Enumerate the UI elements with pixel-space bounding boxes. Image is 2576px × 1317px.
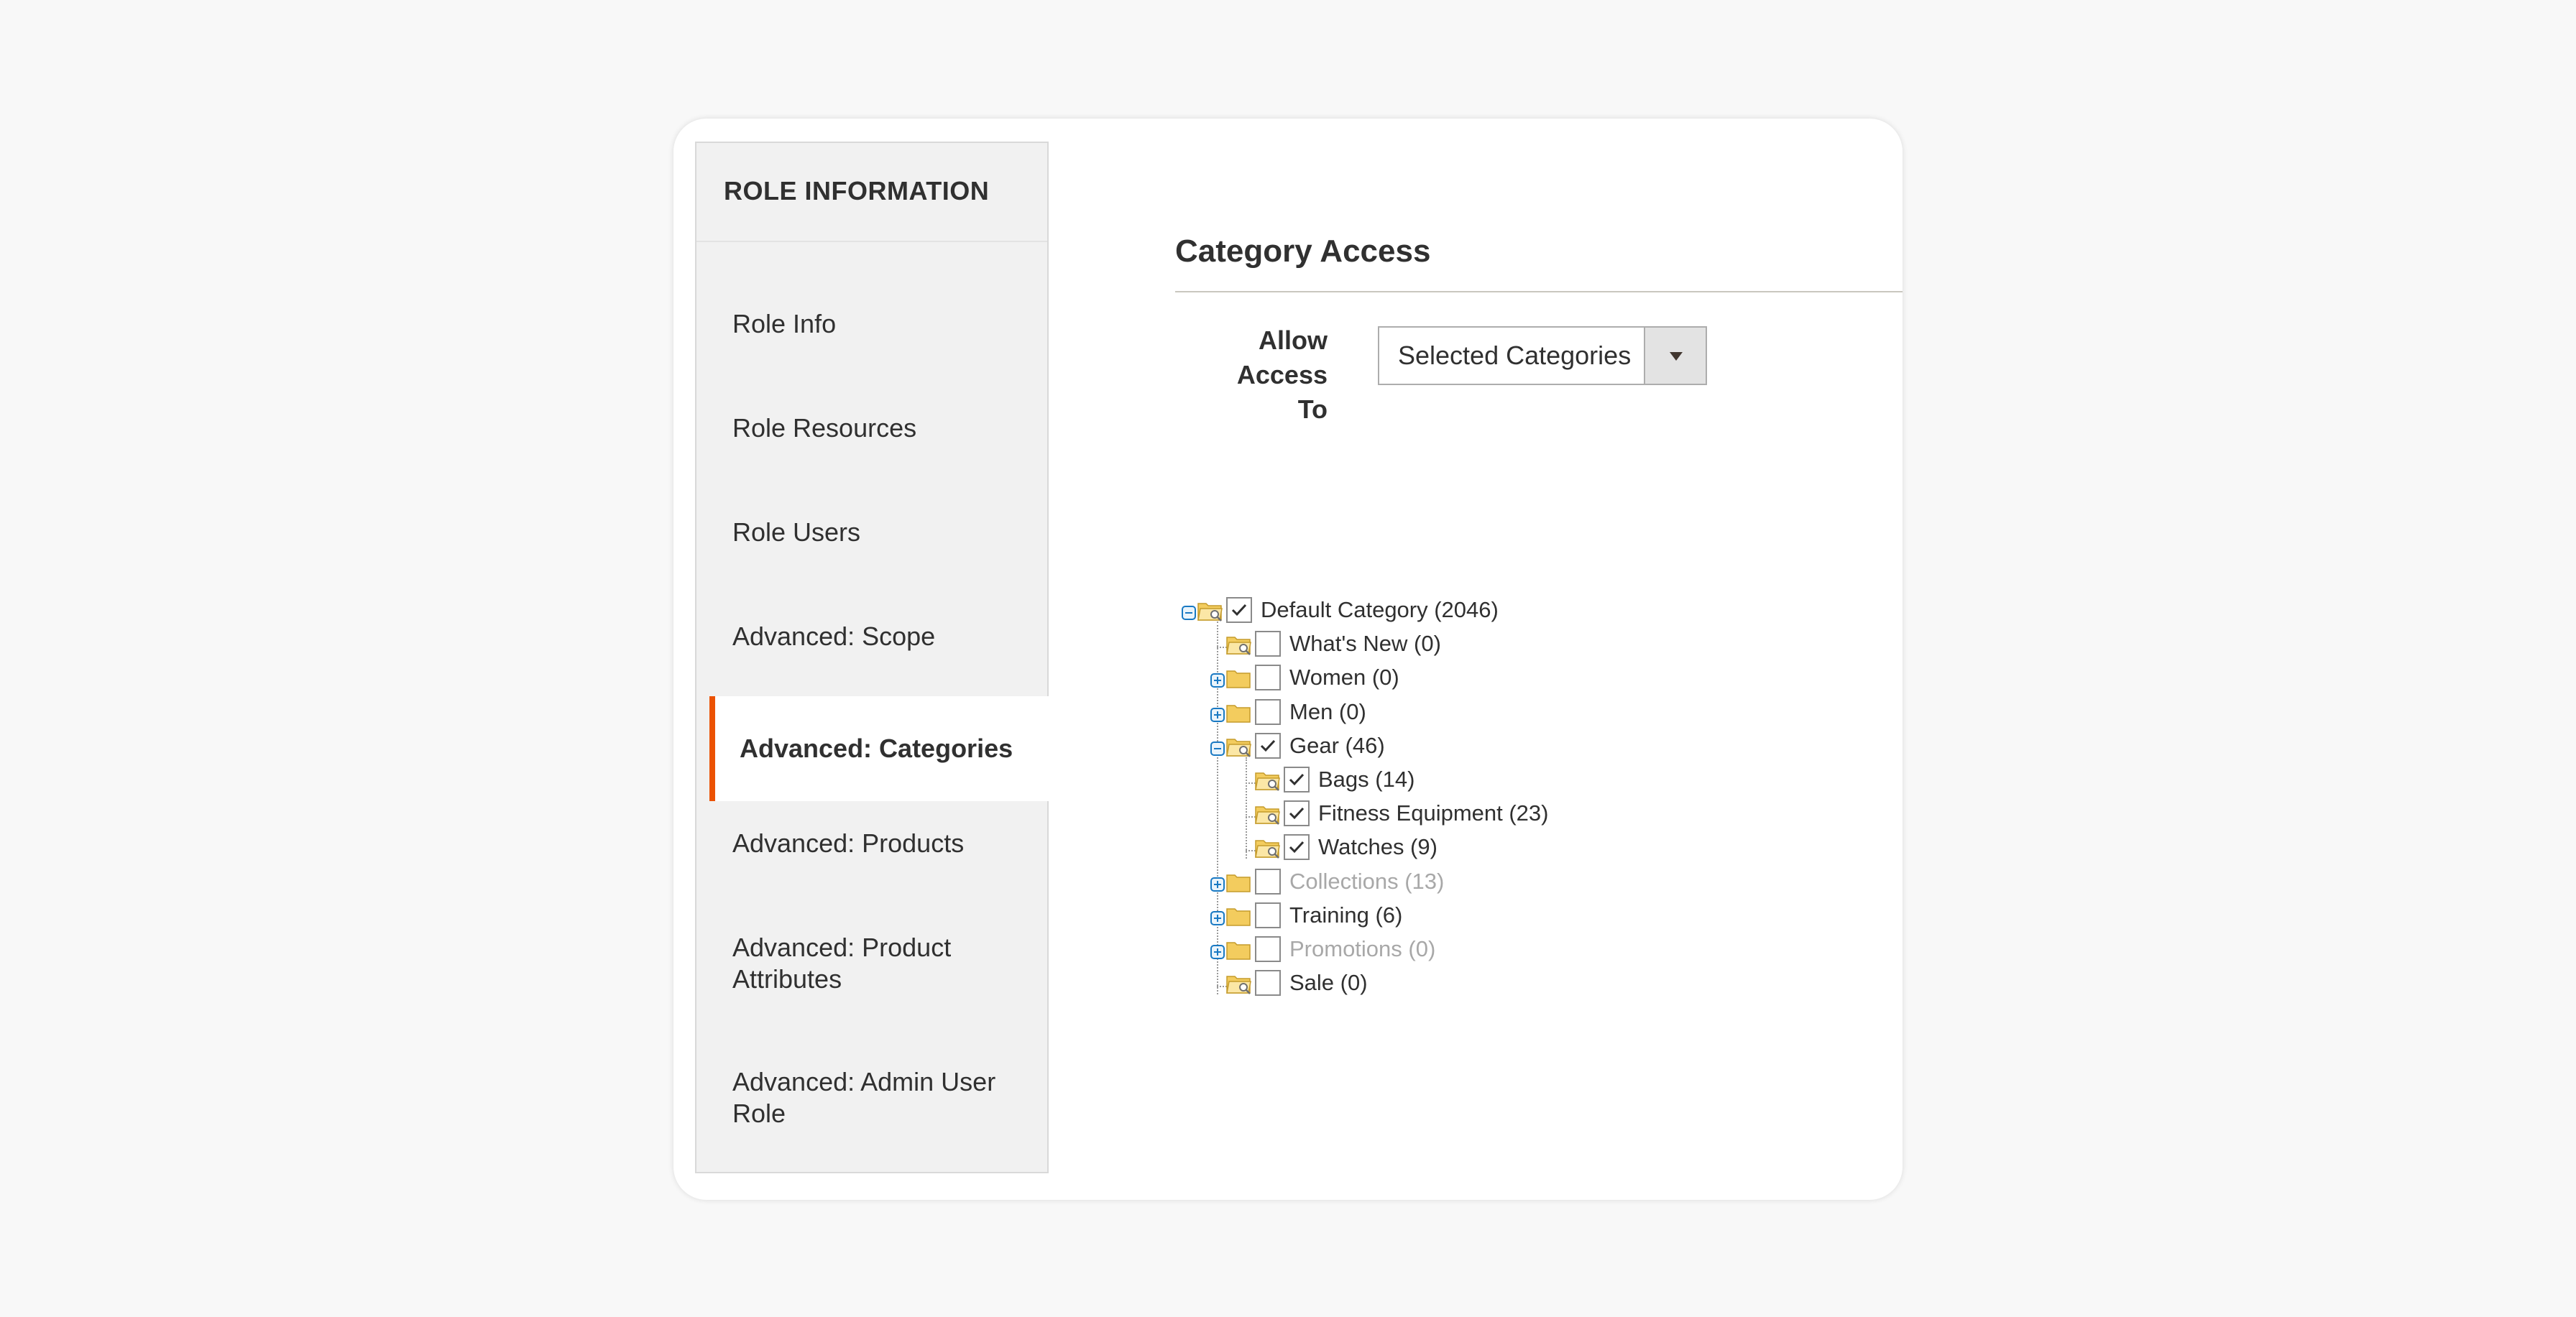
tab-advanced-admin-user-role[interactable]: Advanced: Admin User Role: [696, 1066, 1027, 1129]
category-checkbox[interactable]: [1284, 800, 1310, 827]
tab-role-users[interactable]: Role Users: [696, 517, 1047, 548]
tab-advanced-scope[interactable]: Advanced: Scope: [696, 621, 1047, 652]
category-checkbox[interactable]: [1255, 665, 1281, 691]
category-checkbox[interactable]: [1255, 902, 1281, 928]
section-divider: [1175, 291, 1903, 292]
folder-icon: [1226, 905, 1252, 927]
allow-access-value: Selected Categories: [1398, 341, 1632, 370]
category-label[interactable]: Watches (9): [1318, 834, 1438, 860]
category-label[interactable]: Default Category (2046): [1261, 597, 1499, 623]
tab-advanced-product-attributes[interactable]: Advanced: Product Attributes: [696, 932, 1027, 995]
checkmark-icon: [1260, 739, 1276, 752]
expand-icon[interactable]: [1210, 673, 1225, 688]
folder-open-icon: [1226, 973, 1252, 995]
folder-open-icon: [1226, 736, 1252, 757]
section-title: Category Access: [1175, 234, 1431, 269]
category-checkbox[interactable]: [1226, 597, 1252, 623]
tree-connector-branch: [1217, 986, 1227, 988]
category-label[interactable]: What's New (0): [1289, 631, 1441, 657]
folder-open-icon: [1197, 600, 1223, 621]
checkmark-icon: [1289, 841, 1305, 854]
tree-connector-branch: [1246, 816, 1256, 818]
folder-icon: [1226, 939, 1252, 961]
category-label[interactable]: Fitness Equipment (23): [1318, 800, 1548, 826]
category-label[interactable]: Promotions (0): [1289, 936, 1435, 962]
allow-access-label: Allow Access To: [1236, 325, 1328, 424]
sidebar-title: ROLE INFORMATION: [696, 143, 1047, 242]
collapse-icon[interactable]: [1210, 741, 1225, 756]
category-label[interactable]: Training (6): [1289, 902, 1402, 928]
category-checkbox[interactable]: [1255, 868, 1281, 895]
folder-icon: [1226, 702, 1252, 724]
expand-icon[interactable]: [1210, 910, 1225, 925]
folder-open-icon: [1255, 803, 1281, 826]
category-checkbox[interactable]: [1255, 698, 1281, 725]
category-label[interactable]: Sale (0): [1289, 970, 1368, 996]
category-checkbox[interactable]: [1284, 767, 1310, 792]
tab-role-info[interactable]: Role Info: [696, 308, 1047, 340]
folder-open-icon: [1255, 837, 1281, 859]
tree-connector-branch: [1246, 850, 1256, 852]
dropdown-button[interactable]: [1644, 328, 1706, 384]
tab-advanced-categories[interactable]: Advanced: Categories: [709, 696, 1049, 801]
expand-icon[interactable]: [1210, 707, 1225, 722]
checkmark-icon: [1289, 808, 1305, 820]
checkmark-icon: [1289, 773, 1305, 786]
category-label[interactable]: Gear (46): [1289, 733, 1385, 759]
expand-icon[interactable]: [1210, 877, 1225, 892]
folder-icon: [1226, 872, 1252, 893]
role-edit-panel: ROLE INFORMATION Role Info Role Resource…: [673, 119, 1903, 1200]
category-label[interactable]: Collections (13): [1289, 869, 1444, 895]
category-checkbox[interactable]: [1284, 834, 1310, 861]
folder-open-icon: [1226, 634, 1252, 656]
allow-access-select[interactable]: Selected Categories: [1378, 326, 1707, 385]
tab-advanced-products[interactable]: Advanced: Products: [696, 828, 1047, 859]
folder-icon: [1226, 667, 1252, 689]
checkmark-icon: [1231, 604, 1247, 616]
collapse-icon[interactable]: [1182, 606, 1196, 620]
tree-connector-branch: [1217, 647, 1227, 649]
tab-role-resources[interactable]: Role Resources: [696, 412, 1047, 444]
chevron-down-icon: [1670, 352, 1683, 361]
tree-connector-branch: [1246, 782, 1256, 784]
category-checkbox[interactable]: [1255, 936, 1281, 962]
category-checkbox[interactable]: [1255, 970, 1281, 997]
tab-advanced-categories-label: Advanced: Categories: [740, 734, 1013, 763]
expand-icon[interactable]: [1210, 945, 1225, 959]
category-label[interactable]: Bags (14): [1318, 767, 1414, 792]
category-label[interactable]: Men (0): [1289, 699, 1366, 725]
role-information-sidebar: ROLE INFORMATION Role Info Role Resource…: [695, 142, 1049, 1173]
tree-connector-gear: [1246, 757, 1247, 859]
folder-open-icon: [1255, 770, 1281, 791]
category-checkbox[interactable]: [1255, 732, 1281, 759]
category-label[interactable]: Women (0): [1289, 665, 1399, 690]
category-checkbox[interactable]: [1255, 631, 1281, 657]
